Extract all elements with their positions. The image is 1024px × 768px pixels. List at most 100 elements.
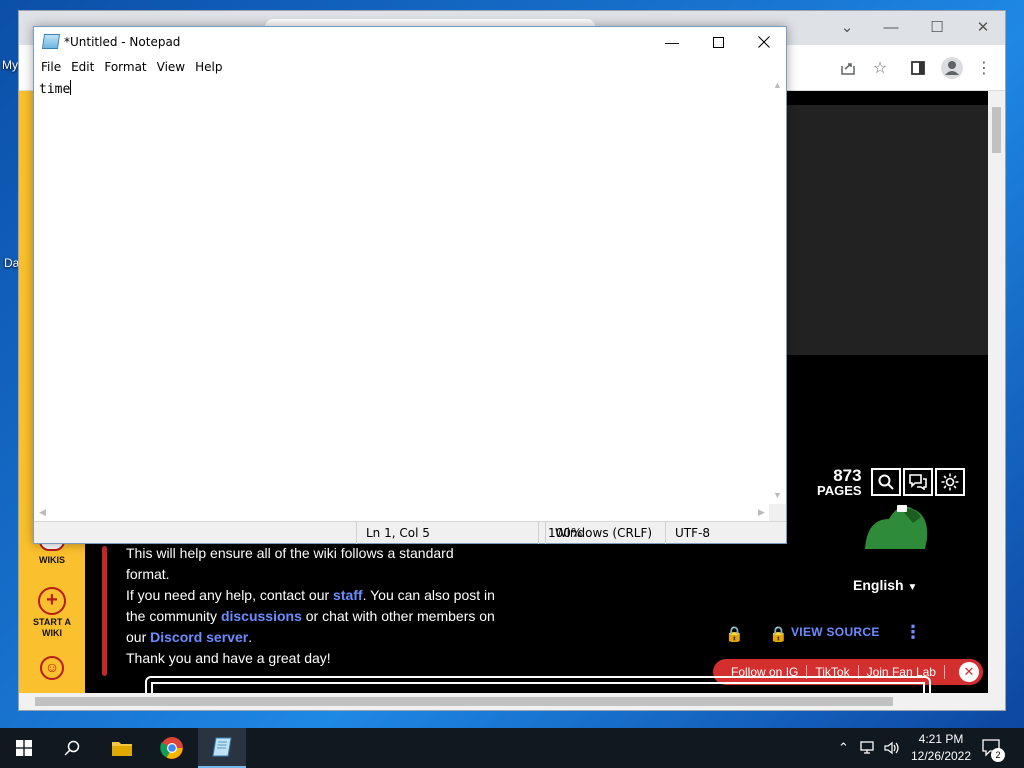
scroll-right-icon[interactable]: ▶ <box>753 504 770 521</box>
share-icon[interactable] <box>835 55 861 81</box>
wiki-help-line: If you need any help, contact our staff.… <box>126 585 521 606</box>
scroll-thumb[interactable] <box>35 697 893 706</box>
maximize-icon <box>712 36 724 48</box>
menu-help[interactable]: Help <box>190 60 227 74</box>
wiki-mascot-icon <box>865 505 928 549</box>
search-button[interactable] <box>48 728 96 768</box>
sun-icon <box>941 473 959 491</box>
network-icon[interactable] <box>860 728 878 768</box>
scroll-thumb[interactable] <box>992 107 1001 153</box>
windows-logo-icon <box>16 740 32 756</box>
menu-file[interactable]: File <box>36 60 66 74</box>
menu-format[interactable]: Format <box>99 60 151 74</box>
wiki-text-line: This will help ensure all of the wiki fo… <box>126 545 454 561</box>
text-caret <box>70 80 72 95</box>
maximize-button[interactable] <box>695 27 741 57</box>
notepad-horizontal-scrollbar[interactable]: ◀ ▶ <box>34 504 770 521</box>
side-panel-icon[interactable] <box>905 55 931 81</box>
more-options-icon[interactable]: ⋮ <box>904 622 922 643</box>
language-label: English <box>853 577 904 593</box>
pages-label: PAGES <box>817 483 862 498</box>
community-text: the community <box>126 608 221 624</box>
menu-edit[interactable]: Edit <box>66 60 99 74</box>
scroll-left-icon[interactable]: ◀ <box>34 504 51 521</box>
start-button[interactable] <box>0 728 48 768</box>
notepad-vertical-scrollbar[interactable]: ▲ ▼ <box>769 77 786 504</box>
wiki-discord-line: our Discord server. <box>126 627 521 648</box>
wiki-discussions-button[interactable] <box>903 468 933 496</box>
scrollbar-corner <box>769 504 786 521</box>
scroll-up-icon[interactable]: ▲ <box>769 77 786 94</box>
show-hidden-icons[interactable]: ⌃ <box>838 728 849 768</box>
browser-minimize-button[interactable]: — <box>871 15 911 39</box>
browser-maximize-button[interactable]: ☐ <box>917 15 957 39</box>
discussions-link[interactable]: discussions <box>221 608 302 624</box>
menu-view[interactable]: View <box>152 60 190 74</box>
wiki-theme-button[interactable] <box>935 468 965 496</box>
taskbar-clock[interactable]: 4:21 PM 12/26/2022 <box>906 731 976 765</box>
browser-horizontal-scrollbar[interactable] <box>19 693 1005 710</box>
chat-bubbles-icon <box>909 474 927 490</box>
profile-avatar-icon[interactable] <box>939 55 965 81</box>
clock-time: 4:21 PM <box>918 732 964 746</box>
browser-close-button[interactable]: ✕ <box>963 15 1003 39</box>
lock-small-icon: 🔒 <box>769 626 788 643</box>
dropdown-caret-icon: ▼ <box>907 582 918 593</box>
desktop-icon-label-my[interactable]: My <box>2 58 18 72</box>
wikis-label: WIKIS <box>39 555 65 565</box>
search-icon <box>878 474 894 490</box>
pages-number: 873 <box>833 466 862 485</box>
notepad-title: *Untitled - Notepad <box>64 35 181 49</box>
wiki-search-button[interactable] <box>871 468 901 496</box>
period-text: . <box>248 629 253 645</box>
status-encoding: UTF-8 <box>665 522 786 544</box>
pages-count: 873 PAGES <box>817 467 862 498</box>
user-icon: ☺ <box>40 656 64 680</box>
chrome-icon <box>160 737 183 759</box>
notepad-statusbar: Ln 1, Col 5 100% Windows (CRLF) UTF-8 <box>34 521 786 544</box>
notepad-content: time <box>39 82 71 97</box>
volume-icon[interactable] <box>884 728 900 768</box>
status-cursor-position: Ln 1, Col 5 <box>356 522 538 544</box>
tab-search-icon[interactable]: ⌄ <box>827 15 867 39</box>
taskbar: ⌃ 4:21 PM 12/26/2022 2 <box>0 728 1024 768</box>
discord-link[interactable]: Discord server <box>150 629 248 645</box>
wiki-hero-panel <box>785 105 990 355</box>
notepad-menubar: File Edit Format View Help <box>34 57 786 77</box>
view-source-button[interactable]: VIEW SOURCE <box>791 625 880 639</box>
scroll-down-icon[interactable]: ▼ <box>769 487 786 504</box>
browser-vertical-scrollbar[interactable] <box>988 91 1005 694</box>
wiki-accent-bar <box>102 546 107 676</box>
start-wiki-nav-item[interactable]: + START A WIKI <box>19 587 85 639</box>
chevron-up-icon: ⌃ <box>838 740 849 755</box>
chrome-button[interactable] <box>148 728 196 768</box>
notepad-icon <box>212 737 232 757</box>
wiki-body-text: This will help ensure all of the wiki fo… <box>126 543 521 669</box>
search-icon <box>64 740 80 756</box>
status-line-ending: Windows (CRLF) <box>545 522 665 544</box>
language-selector[interactable]: English ▼ <box>853 577 917 593</box>
notepad-window: *Untitled - Notepad — File Edit Format V… <box>33 26 787 544</box>
bookmark-star-icon[interactable]: ☆ <box>867 55 893 81</box>
wiki-community-line: the community discussions or chat with o… <box>126 606 521 627</box>
notepad-taskbar-button[interactable] <box>198 728 246 768</box>
plus-circle-icon: + <box>38 587 66 615</box>
close-button[interactable] <box>741 27 787 57</box>
user-nav-item[interactable]: ☺ <box>19 656 85 682</box>
wiki-text-line: format. <box>126 566 170 582</box>
our-text: our <box>126 629 151 645</box>
notification-count-badge: 2 <box>991 748 1005 762</box>
lock-icon[interactable]: 🔒 <box>725 625 744 643</box>
notepad-text-area[interactable]: time <box>34 77 770 504</box>
close-icon <box>758 36 770 48</box>
staff-link[interactable]: staff <box>333 587 363 603</box>
notepad-titlebar[interactable]: *Untitled - Notepad — <box>34 27 786 57</box>
browser-menu-icon[interactable]: ⋮ <box>971 55 997 81</box>
action-center-button[interactable]: 2 <box>982 728 1005 768</box>
minimize-button[interactable]: — <box>649 27 695 57</box>
notepad-app-icon <box>41 34 61 49</box>
help-text-mid: . You can also post in <box>362 587 495 603</box>
wiki-closing-line: Thank you and have a great day! <box>126 650 331 666</box>
file-explorer-button[interactable] <box>98 728 146 768</box>
close-icon[interactable]: ✕ <box>958 662 979 682</box>
